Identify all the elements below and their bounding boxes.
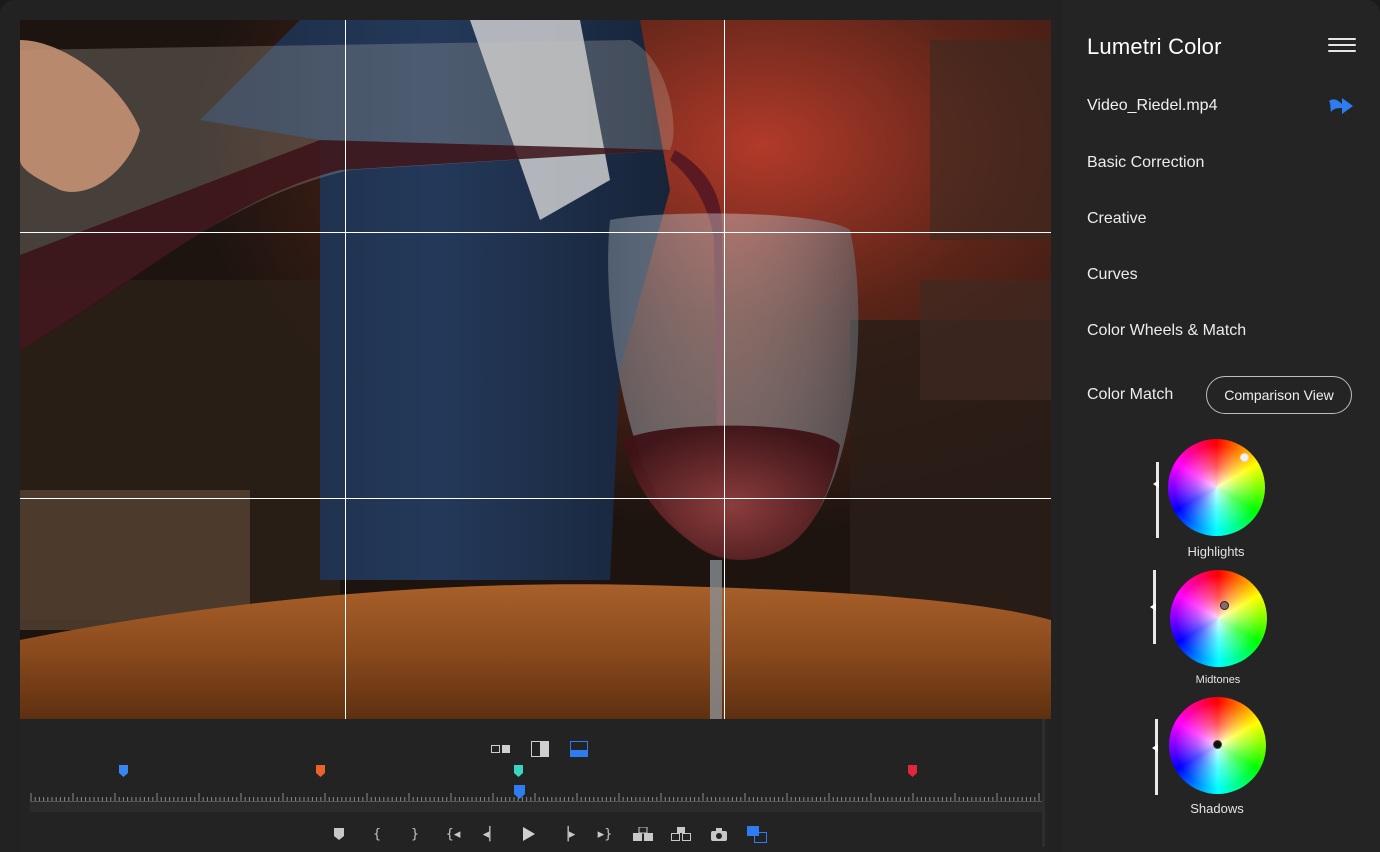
lumetri-app-window: { } {◂ ◂▏ ▕▸ ▸} Lumetri Color Video_Ried…: [0, 0, 1380, 852]
monitor-controls: { } {◂ ◂▏ ▕▸ ▸}: [20, 719, 1051, 852]
highlights-label: Highlights: [1187, 544, 1245, 559]
section-basic-correction[interactable]: Basic Correction: [1087, 154, 1204, 172]
shadows-slider[interactable]: [1155, 719, 1158, 795]
midtones-label: Midtones: [1195, 674, 1241, 686]
midtones-slider-thumb[interactable]: [1150, 603, 1156, 611]
shadows-slider-thumb[interactable]: [1152, 744, 1158, 752]
comparison-toggle-icon[interactable]: [738, 823, 776, 845]
timeline-marker-teal[interactable]: [514, 765, 523, 777]
vertical-scrollbar[interactable]: [1042, 719, 1045, 847]
hamburger-menu-icon[interactable]: [1328, 38, 1356, 56]
timeline-marker-blue[interactable]: [119, 765, 128, 777]
section-creative[interactable]: Creative: [1087, 210, 1147, 228]
go-to-out-icon[interactable]: ▸}: [586, 823, 624, 845]
timeline-marker-orange[interactable]: [316, 765, 325, 777]
timeline-ruler[interactable]: [30, 789, 1042, 815]
shadows-wheel-handle[interactable]: [1213, 740, 1222, 749]
clip-name[interactable]: Video_Riedel.mp4: [1087, 97, 1217, 115]
video-frame: [20, 20, 1051, 719]
timeline-marker-red[interactable]: [908, 765, 917, 777]
highlights-slider[interactable]: [1156, 462, 1159, 538]
shadows-label: Shadows: [1190, 801, 1244, 816]
side-by-side-icon[interactable]: [490, 741, 512, 757]
mark-out-icon[interactable]: }: [396, 823, 434, 845]
shadows-color-wheel[interactable]: [1169, 697, 1266, 794]
lumetri-color-panel: Lumetri Color Video_Riedel.mp4 Basic Cor…: [1062, 0, 1380, 852]
step-back-icon[interactable]: ◂▏: [472, 823, 510, 845]
midtones-color-wheel[interactable]: [1170, 570, 1267, 667]
add-marker-icon[interactable]: [320, 823, 358, 845]
color-match-label: Color Match: [1087, 386, 1174, 403]
section-curves[interactable]: Curves: [1087, 266, 1138, 284]
midtones-wheel-handle[interactable]: [1220, 601, 1229, 610]
export-frame-icon[interactable]: [700, 823, 738, 845]
go-to-in-icon[interactable]: {◂: [434, 823, 472, 845]
play-icon[interactable]: [510, 823, 548, 845]
overwrite-icon[interactable]: [662, 823, 700, 845]
program-monitor[interactable]: [20, 20, 1051, 719]
panel-title: Lumetri Color: [1087, 34, 1222, 59]
top-bottom-icon[interactable]: [569, 741, 589, 757]
highlights-slider-thumb[interactable]: [1153, 480, 1159, 488]
transport-controls: { } {◂ ◂▏ ▕▸ ▸}: [320, 823, 776, 845]
curved-arrow-icon[interactable]: [1328, 95, 1354, 122]
mark-in-icon[interactable]: {: [358, 823, 396, 845]
insert-icon[interactable]: [624, 823, 662, 845]
highlights-wheel-handle[interactable]: [1240, 453, 1249, 462]
step-forward-icon[interactable]: ▕▸: [548, 823, 586, 845]
split-view-icon[interactable]: [530, 741, 550, 757]
section-color-wheels-match[interactable]: Color Wheels & Match: [1087, 322, 1246, 340]
comparison-view-button[interactable]: Comparison View: [1206, 376, 1352, 414]
playhead[interactable]: [514, 785, 525, 799]
highlights-color-wheel[interactable]: [1168, 439, 1265, 536]
